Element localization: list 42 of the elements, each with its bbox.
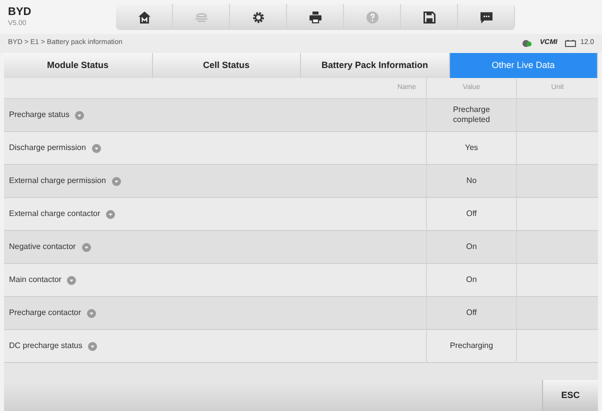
parameter-value: Off [465,308,478,318]
home-icon [136,10,152,24]
esc-button[interactable]: ESC [542,380,598,411]
parameter-name: Precharge contactor [9,307,82,319]
dropdown-icon[interactable] [67,276,76,284]
dropdown-icon[interactable] [112,176,121,186]
toolbar-button[interactable] [116,4,173,30]
dropdown-icon[interactable] [75,110,84,120]
parameter-name: DC precharge status [9,340,82,352]
dropdown-icon[interactable] [88,342,98,350]
parameter-name: Discharge permission [9,142,86,154]
parameter-name: Main contactor [9,274,62,286]
dropdown-icon[interactable] [82,242,91,252]
parameter-value: Precharge completed [452,105,491,125]
parameter-value: Off [465,209,478,219]
parameter-value: On [465,242,478,252]
connection-icon [522,40,532,47]
parameter-name: Negative contactor [9,241,76,253]
dropdown-icon[interactable] [92,144,101,152]
parameter-value: Yes [464,143,480,153]
parameter-name: External charge permission [9,175,106,187]
tab[interactable]: Module Status [4,53,152,78]
tab[interactable]: Cell Status [152,53,301,78]
parameter-value: Precharging [448,341,494,351]
toolbar-button[interactable] [401,4,458,30]
settings-icon [250,10,266,24]
dropdown-icon[interactable] [87,308,96,318]
message-icon [478,10,494,24]
parameter-value: On [465,275,478,285]
printer-icon [308,10,322,24]
battery-icon [565,40,576,47]
parameter-name: External charge contactor [9,208,100,220]
toolbar-button[interactable] [287,4,344,30]
toolbar-button[interactable] [230,4,287,30]
toolbar-button[interactable] [458,4,515,30]
help-icon [364,10,380,24]
parameter-name: Precharge status [9,109,70,121]
app-title: BYD [8,6,32,19]
save-icon [422,10,436,24]
tab[interactable]: Battery Pack Information [301,53,450,78]
parameter-value: No [465,176,478,186]
dropdown-icon[interactable] [106,210,116,218]
